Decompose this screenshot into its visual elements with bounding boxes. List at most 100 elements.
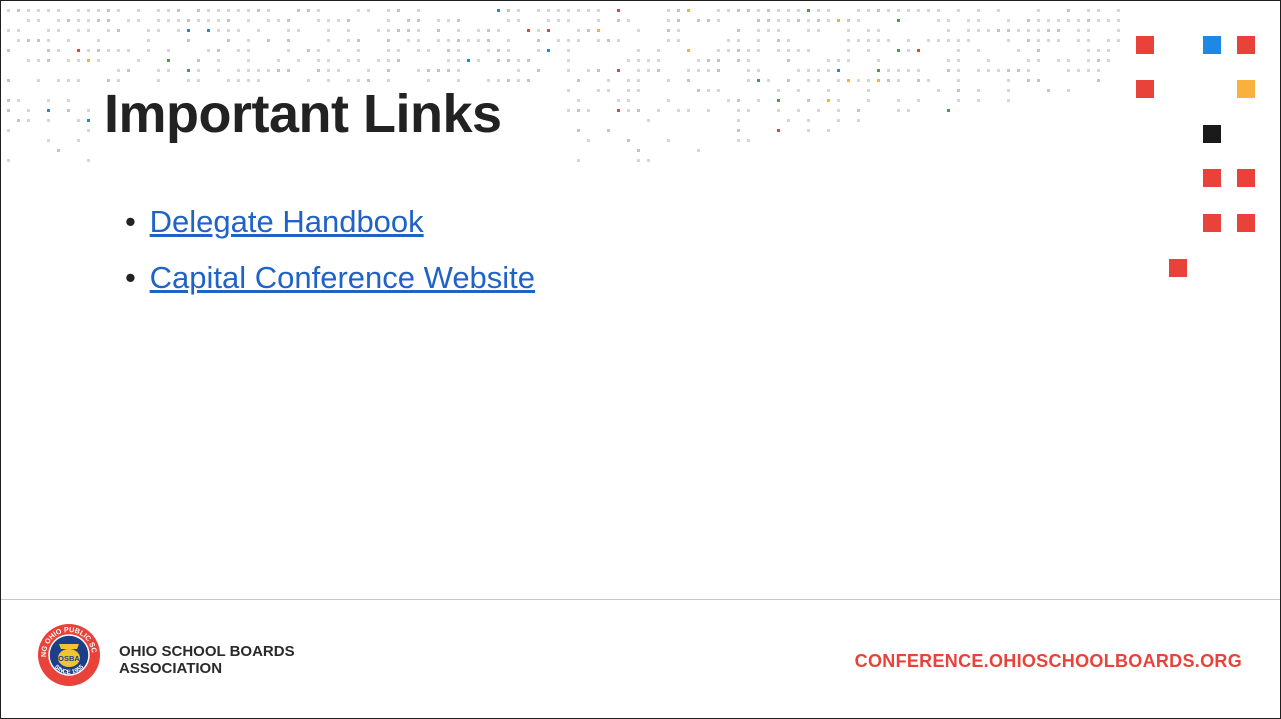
pattern-dot xyxy=(917,69,920,72)
pattern-dot xyxy=(87,9,90,12)
pattern-dot xyxy=(777,89,780,92)
pattern-dot xyxy=(327,19,330,22)
pattern-dot xyxy=(717,49,720,52)
pattern-dot xyxy=(947,59,950,62)
pattern-dot xyxy=(327,69,330,72)
pattern-dot xyxy=(807,49,810,52)
pattern-dot xyxy=(577,99,580,102)
pattern-dot xyxy=(627,139,630,142)
pattern-dot xyxy=(627,109,630,112)
pattern-dot xyxy=(1117,39,1120,42)
pattern-dot xyxy=(87,129,90,132)
pattern-dot xyxy=(797,89,800,92)
pattern-dot xyxy=(697,69,700,72)
pattern-dot xyxy=(357,59,360,62)
pattern-dot xyxy=(157,19,160,22)
accent-square xyxy=(1203,169,1221,187)
pattern-dot xyxy=(247,49,250,52)
delegate-handbook-link[interactable]: Delegate Handbook xyxy=(150,204,424,239)
pattern-dot xyxy=(1007,69,1010,72)
pattern-dot xyxy=(117,69,120,72)
pattern-dot xyxy=(77,49,80,52)
capital-conference-website-link[interactable]: Capital Conference Website xyxy=(150,260,535,295)
bullet-icon: • xyxy=(125,260,136,295)
pattern-dot xyxy=(137,19,140,22)
pattern-dot xyxy=(37,9,40,12)
pattern-dot xyxy=(857,9,860,12)
pattern-dot xyxy=(327,29,330,32)
pattern-dot xyxy=(907,109,910,112)
pattern-dot xyxy=(777,99,780,102)
pattern-dot xyxy=(757,19,760,22)
pattern-dot xyxy=(147,29,150,32)
pattern-dot xyxy=(977,49,980,52)
pattern-dot xyxy=(237,49,240,52)
pattern-dot xyxy=(757,29,760,32)
pattern-dot xyxy=(497,59,500,62)
pattern-dot xyxy=(867,49,870,52)
pattern-dot xyxy=(797,109,800,112)
pattern-dot xyxy=(197,69,200,72)
pattern-dot xyxy=(397,59,400,62)
pattern-dot xyxy=(447,69,450,72)
pattern-dot xyxy=(577,79,580,82)
org-name: OHIO SCHOOL BOARDS ASSOCIATION xyxy=(119,643,295,677)
pattern-dot xyxy=(457,19,460,22)
pattern-dot xyxy=(397,49,400,52)
pattern-dot xyxy=(917,9,920,12)
pattern-dot xyxy=(637,109,640,112)
pattern-dot xyxy=(837,79,840,82)
accent-square xyxy=(1237,169,1255,187)
pattern-dot xyxy=(447,49,450,52)
pattern-dot xyxy=(467,59,470,62)
pattern-dot xyxy=(1027,39,1030,42)
pattern-dot xyxy=(627,59,630,62)
pattern-dot xyxy=(1087,49,1090,52)
pattern-dot xyxy=(157,69,160,72)
pattern-dot xyxy=(357,9,360,12)
pattern-dot xyxy=(247,9,250,12)
pattern-dot xyxy=(337,49,340,52)
pattern-dot xyxy=(557,9,560,12)
pattern-dot xyxy=(447,59,450,62)
pattern-dot xyxy=(677,39,680,42)
pattern-dot xyxy=(977,69,980,72)
pattern-dot xyxy=(317,9,320,12)
pattern-dot xyxy=(597,9,600,12)
pattern-dot xyxy=(777,29,780,32)
pattern-dot xyxy=(187,39,190,42)
pattern-dot xyxy=(567,49,570,52)
pattern-dot xyxy=(1027,79,1030,82)
pattern-dot xyxy=(7,109,10,112)
pattern-dot xyxy=(267,39,270,42)
pattern-dot xyxy=(287,19,290,22)
pattern-dot xyxy=(107,29,110,32)
pattern-dot xyxy=(887,9,890,12)
accent-square xyxy=(1169,259,1187,277)
pattern-dot xyxy=(387,29,390,32)
pattern-dot xyxy=(807,29,810,32)
pattern-dot xyxy=(117,29,120,32)
pattern-dot xyxy=(197,59,200,62)
pattern-dot xyxy=(737,119,740,122)
pattern-dot xyxy=(607,79,610,82)
pattern-dot xyxy=(767,19,770,22)
pattern-dot xyxy=(977,19,980,22)
pattern-dot xyxy=(837,19,840,22)
pattern-dot xyxy=(777,109,780,112)
accent-square xyxy=(1203,36,1221,54)
pattern-dot xyxy=(1027,19,1030,22)
pattern-dot xyxy=(727,99,730,102)
pattern-dot xyxy=(437,39,440,42)
pattern-dot xyxy=(877,29,880,32)
pattern-dot xyxy=(197,79,200,82)
pattern-dot xyxy=(837,109,840,112)
pattern-dot xyxy=(957,89,960,92)
pattern-dot xyxy=(567,39,570,42)
pattern-dot xyxy=(427,49,430,52)
pattern-dot xyxy=(167,69,170,72)
pattern-dot xyxy=(597,39,600,42)
org-name-line2: ASSOCIATION xyxy=(119,660,223,677)
pattern-dot xyxy=(507,9,510,12)
pattern-dot xyxy=(217,69,220,72)
